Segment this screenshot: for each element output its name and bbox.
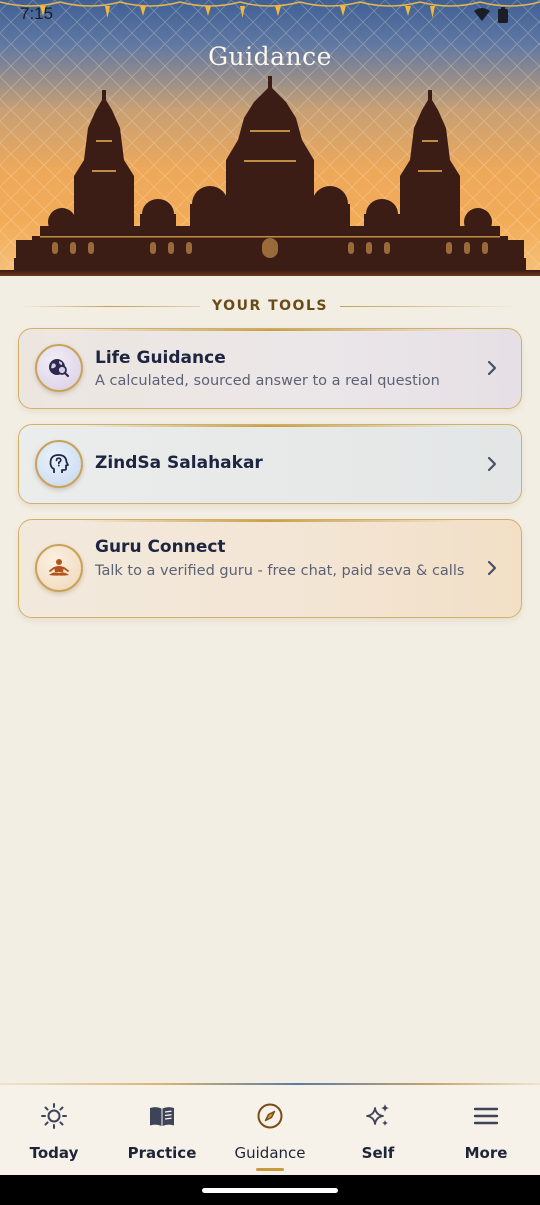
card-glow	[79, 329, 461, 331]
nav-item-more[interactable]: More	[432, 1085, 540, 1175]
section-label: YOUR TOOLS	[212, 298, 328, 314]
section-header: YOUR TOOLS	[20, 296, 521, 316]
section-rule-left	[20, 305, 201, 307]
sparkles-icon	[366, 1104, 389, 1126]
card-glow	[79, 520, 461, 522]
card-title: ZindSa Salahakar	[95, 453, 263, 473]
page-title: Guidance	[208, 42, 332, 71]
nav-label: Guidance	[234, 1144, 306, 1162]
card-title: Life Guidance	[95, 348, 226, 368]
status-bar: 7:15	[0, 0, 540, 30]
head-question-icon	[35, 440, 83, 488]
wifi-icon	[474, 8, 490, 21]
card-title: Guru Connect	[95, 537, 226, 557]
globe-search-icon	[35, 344, 83, 392]
card-glow	[79, 425, 461, 427]
nav-item-self[interactable]: Self	[324, 1085, 432, 1175]
bottom-nav: Today Practice Guidance Self More	[0, 1085, 540, 1175]
card-subtitle: Talk to a verified guru - free chat, pai…	[95, 563, 465, 579]
menu-icon	[473, 1107, 499, 1125]
status-time: 7:15	[20, 4, 54, 23]
book-icon	[150, 1107, 174, 1126]
tool-card-zindsa-salahakar[interactable]: ZindSa Salahakar	[18, 424, 522, 504]
battery-icon	[498, 7, 508, 23]
header-divider	[0, 270, 540, 276]
card-subtitle: A calculated, sourced answer to a real q…	[95, 373, 440, 389]
nav-item-practice[interactable]: Practice	[108, 1085, 216, 1175]
meditation-icon	[35, 544, 83, 592]
header-banner: 7:15 Guidance	[0, 0, 540, 276]
nav-label: Self	[361, 1144, 395, 1162]
compass-icon	[257, 1103, 283, 1129]
sun-icon	[41, 1103, 67, 1129]
tool-card-life-guidance[interactable]: Life Guidance A calculated, sourced answ…	[18, 328, 522, 409]
active-indicator	[256, 1168, 284, 1171]
tool-card-guru-connect[interactable]: Guru Connect Talk to a verified guru - f…	[18, 519, 522, 618]
nav-label: Practice	[127, 1144, 197, 1162]
status-icons	[474, 7, 508, 23]
chevron-right-icon	[487, 456, 497, 472]
section-rule-right	[339, 305, 521, 307]
chevron-right-icon	[487, 560, 497, 576]
nav-item-guidance[interactable]: Guidance	[216, 1085, 324, 1175]
gesture-bar	[0, 1175, 540, 1205]
home-indicator[interactable]	[202, 1188, 338, 1193]
nav-label: Today	[29, 1144, 79, 1162]
chevron-right-icon	[487, 360, 497, 376]
nav-item-today[interactable]: Today	[0, 1085, 108, 1175]
nav-label: More	[464, 1144, 508, 1162]
